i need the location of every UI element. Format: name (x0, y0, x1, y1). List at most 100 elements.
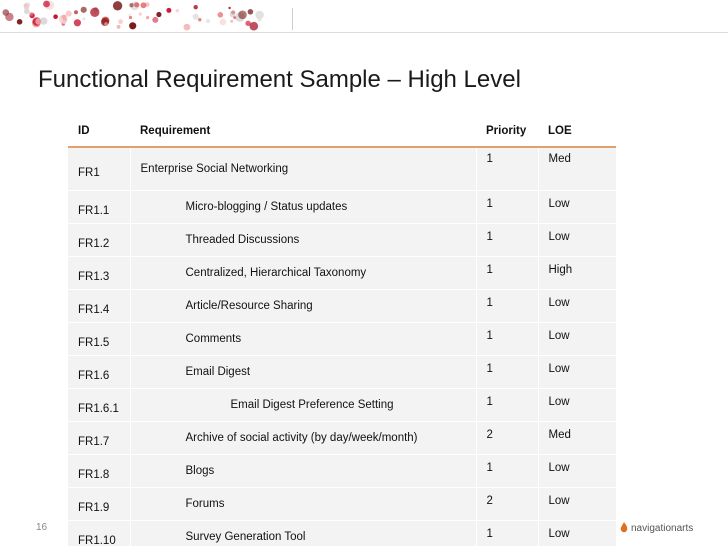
decorative-dot (129, 2, 134, 8)
decorative-dot (205, 18, 211, 24)
table-row: FR1.1 Micro-blogging / Status updates 1 Low (68, 190, 616, 224)
decorative-dot (138, 12, 142, 16)
id-cell: FR1.6.1 (68, 388, 131, 422)
slide-number: 16 (36, 522, 48, 533)
loe-cell: Low (538, 388, 616, 422)
table-row: FR1.5 Comments 1 Low (68, 322, 616, 356)
id-cell: FR1.10 (68, 520, 131, 546)
requirements-table: ID Requirement Priority LOE FR1 Enterpris… (68, 116, 616, 546)
id-cell: FR1.9 (68, 487, 131, 521)
decorative-dots-banner (2, 0, 264, 31)
requirement-cell: Survey Generation Tool (130, 520, 477, 546)
requirement-cell: Centralized, Hierarchical Taxonomy (130, 256, 477, 290)
column-header-requirement: Requirement (130, 116, 476, 148)
decorative-dot (198, 18, 202, 22)
decorative-dot (24, 8, 30, 15)
decorative-dot (74, 10, 78, 15)
table-row: FR1.7 Archive of social activity (by day/… (68, 421, 616, 455)
priority-cell: 2 (476, 487, 539, 521)
decorative-dot (118, 19, 123, 25)
priority-cell: 1 (476, 388, 539, 422)
decorative-dot (90, 7, 100, 17)
decorative-dot (166, 7, 172, 13)
table-row: FR1.9 Forums 2 Low (68, 487, 616, 521)
table-row: FR1 Enterprise Social Networking 1 Med (68, 147, 616, 191)
requirement-cell: Blogs (130, 454, 477, 488)
slide-title: Functional Requirement Sample – High Lev… (38, 66, 521, 93)
requirement-cell: Comments (130, 322, 477, 356)
requirement-cell: Archive of social activity (by day/week/… (130, 421, 477, 455)
decorative-dot (238, 10, 247, 20)
loe-cell: Med (538, 147, 616, 191)
priority-cell: 1 (476, 322, 539, 356)
loe-cell: Low (538, 289, 616, 323)
requirement-cell: Article/Resource Sharing (130, 289, 477, 323)
decorative-dot (228, 6, 231, 10)
requirement-cell: Email Digest Preference Setting (130, 388, 477, 422)
decorative-dot (43, 0, 50, 8)
id-cell: FR1.5 (68, 322, 131, 356)
id-cell: FR1.1 (68, 190, 131, 224)
loe-cell: Med (538, 421, 616, 455)
decorative-dot (156, 11, 162, 18)
requirement-cell: Micro-blogging / Status updates (130, 190, 477, 224)
table-row: FR1.8 Blogs 1 Low (68, 454, 616, 488)
decorative-dot (247, 9, 254, 15)
decorative-dot (58, 14, 68, 24)
decorative-dot (152, 16, 159, 23)
column-header-loe: LOE (538, 116, 616, 148)
loe-cell: Low (538, 223, 616, 257)
id-cell: FR1.2 (68, 223, 131, 257)
requirement-cell: Threaded Discussions (130, 223, 477, 257)
priority-cell: 1 (476, 223, 539, 257)
decorative-dot (233, 16, 237, 20)
priority-cell: 1 (476, 190, 539, 224)
table-row: FR1.10 Survey Generation Tool 1 Low (68, 520, 616, 546)
decorative-dot (230, 19, 234, 23)
table-row: FR1.4 Article/Resource Sharing 1 Low (68, 289, 616, 323)
decorative-dot (193, 5, 198, 10)
requirement-cell: Enterprise Social Networking (130, 147, 477, 191)
decorative-dot (140, 2, 147, 9)
table-row: FR1.3 Centralized, Hierarchical Taxonomy 1… (68, 256, 616, 290)
decorative-dot (73, 19, 81, 27)
flame-icon (620, 522, 628, 533)
decorative-dot (134, 2, 140, 8)
priority-cell: 1 (476, 147, 539, 191)
id-cell: FR1 (68, 147, 131, 191)
table-row: FR1.6.1 Email Digest Preference Setting 1 L… (68, 388, 616, 422)
priority-cell: 2 (476, 421, 539, 455)
decorative-dot (112, 1, 123, 11)
decorative-dot (129, 22, 137, 30)
priority-cell: 1 (476, 355, 539, 389)
priority-cell: 1 (476, 520, 539, 546)
table-header-row: ID Requirement Priority LOE (68, 116, 616, 148)
logo-text: navigationarts (631, 522, 694, 534)
company-logo: navigationarts (620, 522, 693, 534)
decorative-dot (257, 18, 262, 22)
loe-cell: Low (538, 454, 616, 488)
id-cell: FR1.6 (68, 355, 131, 389)
priority-cell: 1 (476, 256, 539, 290)
loe-cell: Low (538, 190, 616, 224)
loe-cell: High (538, 256, 616, 290)
priority-cell: 1 (476, 454, 539, 488)
loe-cell: Low (538, 520, 616, 546)
loe-cell: Low (538, 355, 616, 389)
decorative-dot (53, 14, 58, 19)
header-divider-vertical (292, 8, 293, 30)
decorative-dot (219, 18, 227, 26)
decorative-dot (245, 20, 251, 26)
decorative-dot (146, 16, 150, 20)
decorative-dot (5, 12, 14, 22)
decorative-dot (80, 6, 87, 13)
decorative-dot (116, 25, 121, 29)
id-cell: FR1.4 (68, 289, 131, 323)
decorative-dot (128, 13, 131, 17)
decorative-dot (104, 22, 108, 26)
loe-cell: Low (538, 487, 616, 521)
decorative-dot (175, 8, 180, 13)
decorative-dot (82, 17, 86, 21)
decorative-dot (183, 23, 191, 31)
column-header-priority: Priority (476, 116, 538, 148)
